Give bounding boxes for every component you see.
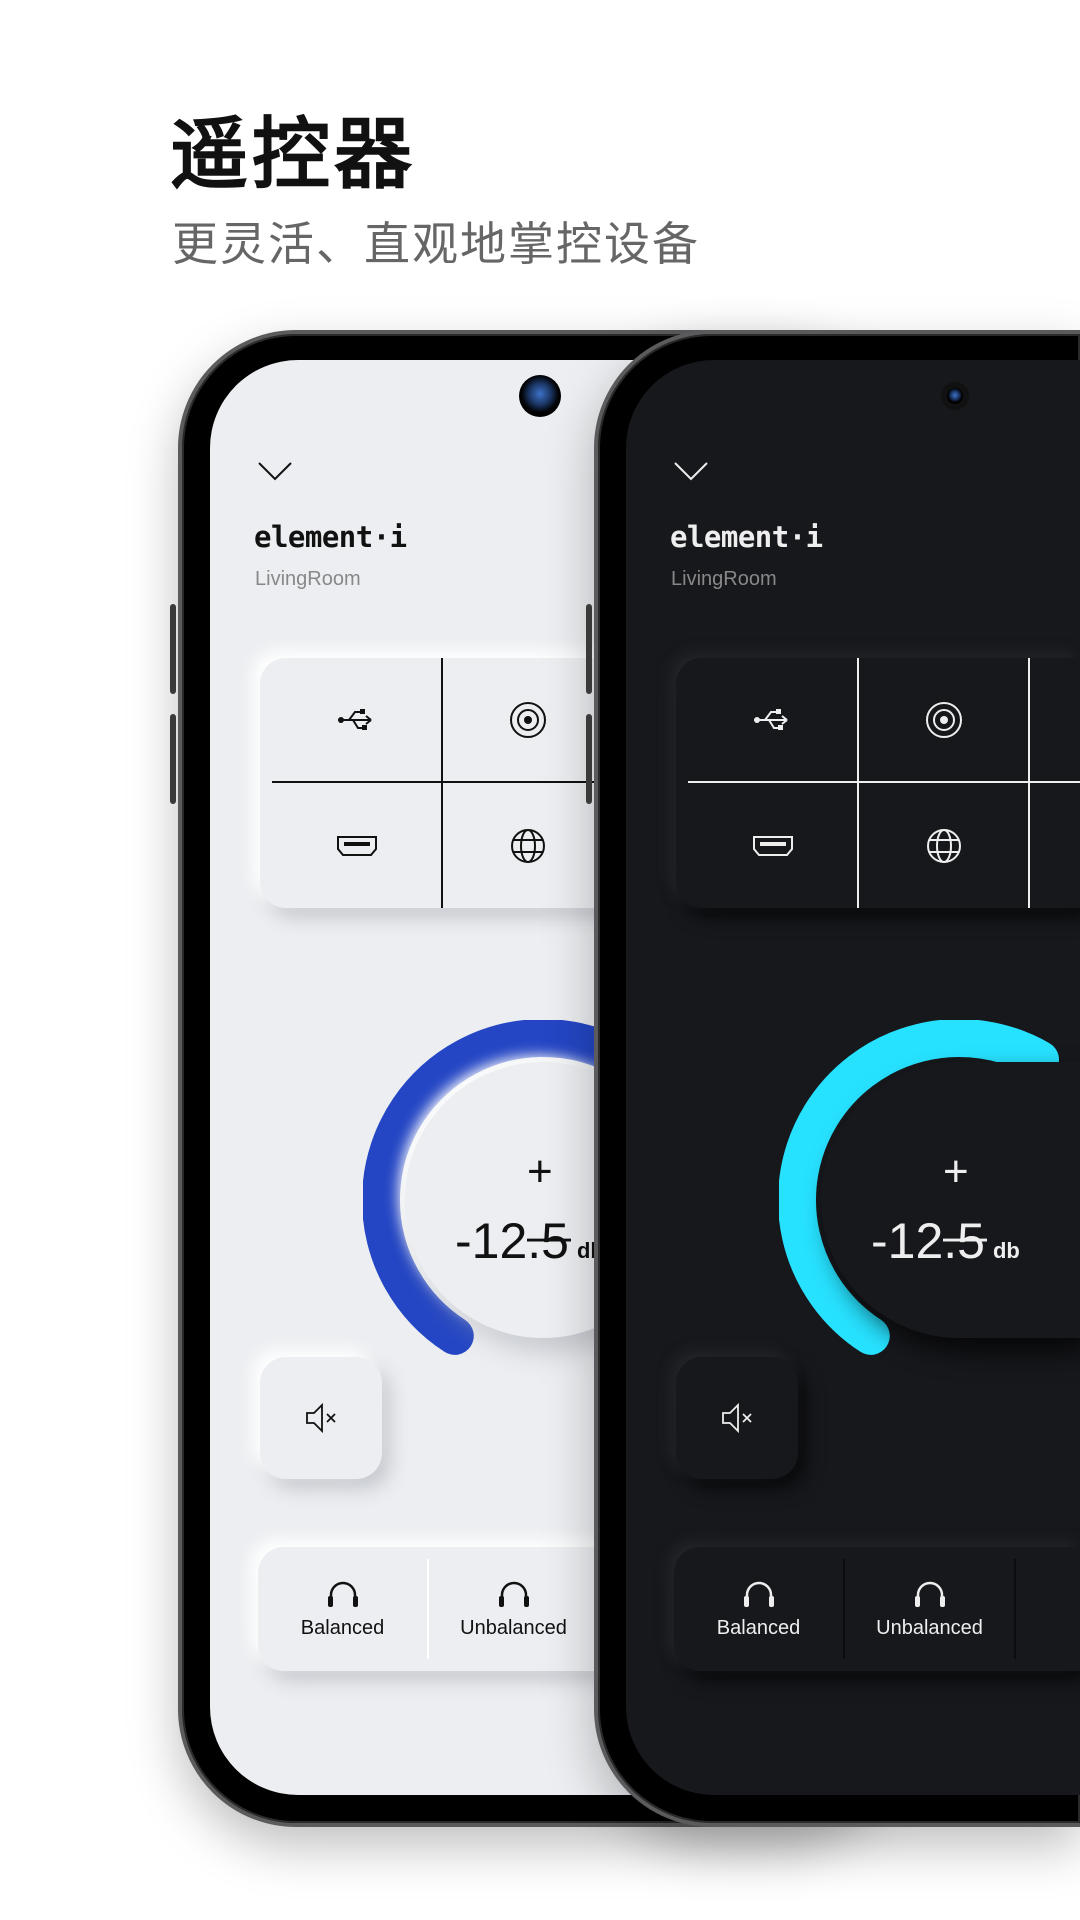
output-label: Balanced: [300, 1616, 385, 1639]
input-hdmi-button[interactable]: [688, 783, 859, 908]
room-name: LivingRoom: [671, 568, 777, 590]
volume-down-button[interactable]: —: [943, 1212, 987, 1262]
headphones-icon: [743, 1581, 774, 1607]
brand-logo: element·i: [670, 520, 823, 554]
network-globe-icon: [926, 828, 961, 863]
volume-unit: db: [992, 1238, 1020, 1263]
room-name: LivingRoom: [255, 568, 361, 590]
output-selector: Balanced Unbalanced: [674, 1547, 1080, 1671]
output-label: Unbalanced: [876, 1616, 983, 1639]
output-label: Balanced: [716, 1616, 801, 1639]
dark-theme-screen: element·i LivingRoom + -12.5 db — Balance…: [626, 360, 1080, 1795]
brand-logo: element·i: [254, 520, 407, 554]
dark-phone-mockup: element·i LivingRoom + -12.5 db — Balance…: [586, 330, 1080, 1827]
collapse-chevron-icon[interactable]: [257, 460, 293, 482]
output-unbalanced[interactable]: Unbalanced: [429, 1559, 600, 1659]
collapse-chevron-icon[interactable]: [673, 460, 709, 482]
page-title: 遥控器: [170, 110, 417, 200]
input-network-button[interactable]: [859, 783, 1030, 908]
output-label: Unbalanced: [460, 1616, 567, 1639]
volume-up-button[interactable]: +: [943, 1147, 969, 1197]
side-button: [586, 604, 592, 694]
side-button: [170, 714, 176, 804]
volume-down-button[interactable]: —: [527, 1212, 571, 1262]
usb-icon: [753, 708, 788, 730]
input-optical-button[interactable]: [859, 658, 1030, 783]
hdmi-icon: [336, 835, 377, 856]
input-usb-button[interactable]: [688, 658, 859, 783]
page-subtitle: 更灵活、直观地掌控设备: [172, 217, 700, 271]
knob-disk: + -12.5 db —: [821, 1062, 1080, 1338]
optical-icon: [509, 701, 546, 738]
side-button: [170, 604, 176, 694]
optical-icon: [925, 701, 962, 738]
side-button: [586, 714, 592, 804]
input-extra-button[interactable]: [1030, 658, 1080, 783]
speaker-mute-icon: [722, 1402, 752, 1434]
input-source-grid: [676, 658, 1080, 908]
output-unbalanced[interactable]: Unbalanced: [845, 1559, 1016, 1659]
output-balanced[interactable]: Balanced: [258, 1559, 429, 1659]
input-extra-button[interactable]: [1030, 783, 1080, 908]
speaker-mute-icon: [306, 1402, 336, 1434]
output-extra[interactable]: [1016, 1559, 1080, 1659]
input-usb-button[interactable]: [272, 658, 443, 783]
camera-cutout: [519, 375, 561, 417]
headphones-icon: [498, 1581, 529, 1607]
volume-knob[interactable]: + -12.5 db —: [779, 1020, 1080, 1380]
hdmi-icon: [752, 835, 793, 856]
camera-cutout: [947, 388, 963, 404]
headphones-icon: [914, 1581, 945, 1607]
volume-up-button[interactable]: +: [527, 1147, 553, 1197]
mute-button[interactable]: [676, 1357, 798, 1479]
network-globe-icon: [510, 828, 545, 863]
headphones-icon: [327, 1581, 358, 1607]
usb-icon: [337, 708, 372, 730]
mute-button[interactable]: [260, 1357, 382, 1479]
input-hdmi-button[interactable]: [272, 783, 443, 908]
output-balanced[interactable]: Balanced: [674, 1559, 845, 1659]
